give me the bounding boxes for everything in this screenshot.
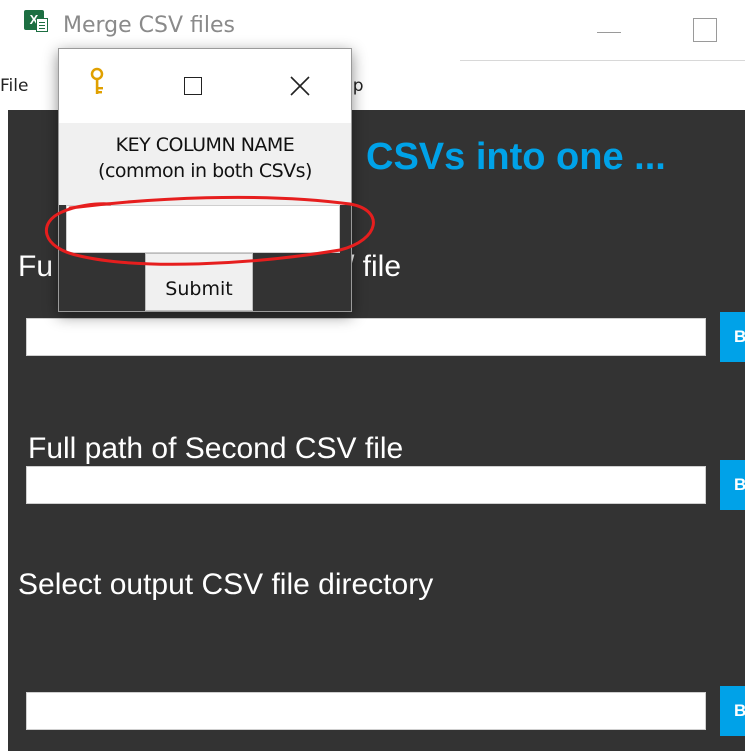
first-csv-path-input[interactable] (26, 318, 706, 356)
output-dir-label: Select output CSV file directory (18, 568, 434, 601)
second-csv-label: Full path of Second CSV file (28, 432, 404, 465)
excel-icon: X (24, 10, 48, 32)
dialog-prompt: KEY COLUMN NAME (common in both CSVs) (59, 123, 351, 205)
maximize-button[interactable] (683, 10, 729, 50)
key-column-dialog: KEY COLUMN NAME (common in both CSVs) Su… (58, 48, 352, 312)
dialog-prompt-line1: KEY COLUMN NAME (115, 134, 295, 156)
second-csv-path-input[interactable] (26, 466, 706, 504)
key-column-input[interactable] (66, 205, 340, 253)
first-csv-browse-button[interactable]: B (720, 312, 745, 362)
minimize-button[interactable] (588, 10, 634, 50)
dialog-titlebar (59, 49, 351, 123)
window-title: Merge CSV files (63, 13, 236, 38)
submit-button[interactable]: Submit (145, 253, 253, 311)
first-csv-label-tail: / file (346, 250, 402, 283)
dialog-prompt-line2: (common in both CSVs) (98, 160, 312, 182)
titlebar-divider (460, 60, 745, 61)
dialog-maximize-button[interactable] (184, 77, 202, 95)
output-dir-path-input[interactable] (26, 692, 706, 730)
page-title-text: CSVs into one ... (366, 136, 666, 178)
close-icon[interactable] (287, 73, 313, 99)
output-dir-browse-button[interactable]: B (720, 686, 745, 736)
second-csv-browse-button[interactable]: B (720, 460, 745, 510)
menu-file[interactable]: File (0, 76, 28, 96)
key-icon (90, 67, 104, 94)
first-csv-label: Fu (18, 250, 54, 283)
